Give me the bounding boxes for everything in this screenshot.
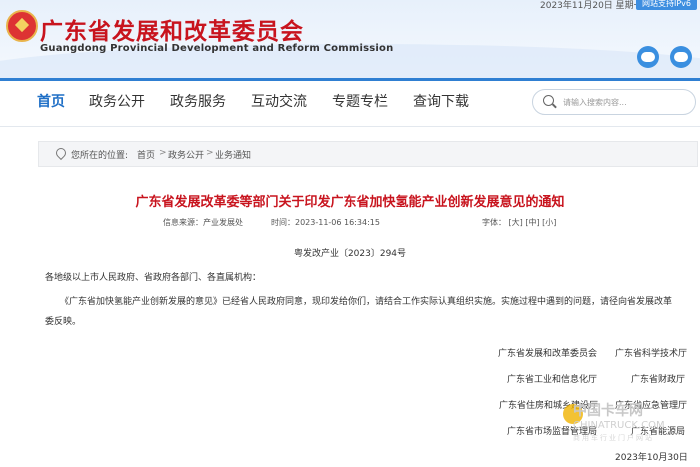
breadcrumb-separator: >	[159, 148, 167, 158]
site-title[interactable]: 广东省发展和改革委员会	[40, 12, 304, 46]
watermark-en: CHINATRUCK.COM	[573, 420, 665, 431]
font-size-small[interactable]: [小]	[542, 218, 556, 227]
breadcrumb-government-affairs[interactable]: 政务公开	[168, 148, 204, 161]
current-date: 2023年11月20日 星期一	[540, 1, 643, 11]
body-paragraph-line2: 委反映。	[45, 317, 82, 327]
breadcrumb-business-notice[interactable]: 业务通知	[215, 148, 251, 161]
breadcrumb-home[interactable]: 首页	[137, 148, 155, 161]
issue-date: 2023年10月30日	[615, 453, 688, 463]
font-size-large[interactable]: [大]	[509, 218, 523, 227]
nav-item-government-affairs[interactable]: 政务公开	[89, 91, 145, 111]
font-size-control: 字体： [大] [中] [小]	[482, 217, 556, 228]
location-pin-icon	[53, 145, 69, 161]
watermark: 中国卡车网 CHINATRUCK.COM 商用车行业门户网站	[563, 398, 700, 448]
nav-item-interaction[interactable]: 互动交流	[251, 91, 307, 111]
breadcrumb-separator: >	[206, 148, 214, 158]
article-source: 信息来源：产业发展处	[163, 218, 243, 227]
search-box[interactable]	[532, 89, 696, 115]
watermark-cn: 中国卡车网	[573, 403, 643, 419]
wechat-icon[interactable]	[637, 46, 659, 68]
signatory: 广东省科学技术厅	[615, 349, 688, 359]
watermark-tagline: 商用车行业门户网站	[573, 434, 654, 442]
search-icon[interactable]	[543, 95, 554, 106]
article-title: 广东省发展改革委等部门关于印发广东省加快氢能产业创新发展意见的通知	[135, 195, 565, 210]
article-time: 时间：2023-11-06 16:34:15	[271, 218, 380, 227]
breadcrumb-label: 您所在的位置:	[71, 151, 129, 161]
site-subtitle: Guangdong Provincial Development and Ref…	[40, 43, 394, 54]
document-number: 粤发改产业〔2023〕294号	[293, 249, 407, 259]
main-nav: 首页 政务公开 政务服务 互动交流 专题专栏 查询下载	[0, 78, 700, 127]
breadcrumb: 您所在的位置: 首页 > 政务公开 > 业务通知	[38, 141, 698, 167]
nav-item-home[interactable]: 首页	[37, 91, 65, 111]
national-emblem-icon	[6, 10, 38, 42]
search-input[interactable]	[563, 94, 685, 110]
nav-item-government-services[interactable]: 政务服务	[170, 91, 226, 111]
salutation: 各地级以上市人民政府、省政府各部门、各直属机构：	[45, 273, 262, 283]
nav-item-special-topics[interactable]: 专题专栏	[332, 91, 388, 111]
nav-item-query-download[interactable]: 查询下载	[413, 91, 469, 111]
ipv6-badge: 网站支持IPv6	[636, 0, 698, 10]
weibo-icon[interactable]	[670, 46, 692, 68]
body-paragraph-line1: 《广东省加快氢能产业创新发展的意见》已经省人民政府同意，现印发给你们，请结合工作…	[60, 297, 673, 307]
signatory: 广东省财政厅	[631, 375, 686, 385]
font-size-medium[interactable]: [中]	[525, 218, 539, 227]
site-header: 广东省发展和改革委员会 Guangdong Provincial Develop…	[0, 0, 700, 78]
font-size-label: 字体：	[482, 218, 506, 227]
signatory: 广东省发展和改革委员会	[498, 349, 598, 359]
signatory: 广东省工业和信息化厅	[507, 375, 598, 385]
